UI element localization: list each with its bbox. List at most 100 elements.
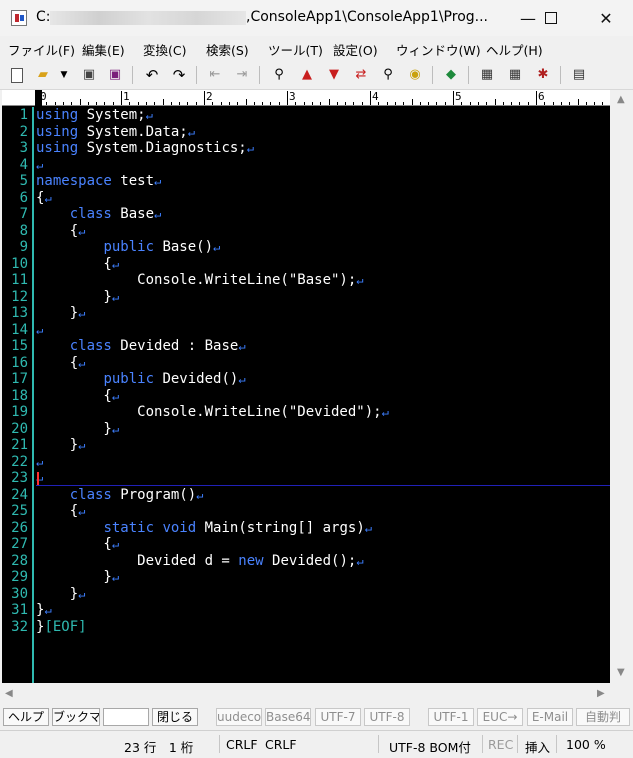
line-number[interactable]: 22 bbox=[2, 454, 28, 471]
column-ruler[interactable]: 0 1 2 3 4 5 6 bbox=[2, 90, 610, 106]
menu-file[interactable]: ファイル(F) bbox=[8, 40, 75, 59]
save-icon[interactable]: ▣ bbox=[80, 66, 98, 84]
encoding[interactable]: UTF-8 BOM付 bbox=[389, 737, 471, 756]
line-number[interactable]: 14 bbox=[2, 322, 28, 339]
code-line[interactable]: {↵ bbox=[36, 388, 119, 405]
line-number[interactable]: 2 bbox=[2, 124, 28, 141]
replace-icon[interactable]: ⇄ bbox=[352, 66, 370, 84]
window-list-icon[interactable]: ▤ bbox=[570, 66, 588, 84]
code-line[interactable]: }[EOF] bbox=[36, 619, 87, 636]
tag-icon[interactable]: ✱ bbox=[534, 66, 552, 84]
line-number[interactable]: 31 bbox=[2, 602, 28, 619]
menu-settings[interactable]: 設定(O) bbox=[333, 40, 378, 59]
line-number[interactable]: 18 bbox=[2, 388, 28, 405]
line-number[interactable]: 28 bbox=[2, 553, 28, 570]
line-number-gutter[interactable]: 1 2 3 4 5 6 7 8 9 10 11 12 13 14 15 16 17 18 19 20 21 22 23 24 2… bbox=[2, 107, 34, 683]
settings-icon[interactable]: ▦ bbox=[506, 66, 524, 84]
code-line[interactable]: class Base↵ bbox=[36, 206, 162, 223]
line-number[interactable]: 29 bbox=[2, 569, 28, 586]
utf7-button[interactable]: UTF-7 bbox=[315, 708, 361, 726]
search-prev-icon[interactable]: ▲ bbox=[298, 66, 316, 84]
line-number[interactable]: 4 bbox=[2, 157, 28, 174]
jump-forward-icon[interactable]: ⇥ bbox=[233, 66, 251, 84]
code-line[interactable]: class Program()↵ bbox=[36, 487, 204, 504]
code-line[interactable]: {↵ bbox=[36, 223, 86, 240]
email-button[interactable]: E-Mail bbox=[527, 708, 573, 726]
line-number[interactable]: 11 bbox=[2, 272, 28, 289]
line-number[interactable]: 27 bbox=[2, 536, 28, 553]
menu-search[interactable]: 検索(S) bbox=[206, 40, 249, 59]
uudecode-button[interactable]: uudeco bbox=[216, 708, 262, 726]
jump-back-icon[interactable]: ⇤ bbox=[206, 66, 224, 84]
insert-mode[interactable]: 挿入 bbox=[525, 737, 550, 756]
menu-edit[interactable]: 編集(E) bbox=[82, 40, 125, 59]
bookmark-button[interactable]: ブックマ bbox=[52, 708, 100, 726]
close-find-button[interactable]: 閉じる bbox=[152, 708, 198, 726]
open-folder-icon[interactable]: ▰ bbox=[34, 66, 52, 84]
code-line[interactable]: Devided d = new Devided();↵ bbox=[36, 553, 363, 570]
scroll-down-icon[interactable]: ▼ bbox=[617, 667, 625, 678]
line-number[interactable]: 23 bbox=[2, 470, 28, 487]
code-line[interactable]: static void Main(string[] args)↵ bbox=[36, 520, 372, 537]
app-icon[interactable] bbox=[11, 10, 27, 26]
code-line[interactable]: class Devided : Base↵ bbox=[36, 338, 246, 355]
code-line[interactable]: Console.WriteLine("Devided");↵ bbox=[36, 404, 389, 421]
menu-tools[interactable]: ツール(T) bbox=[268, 40, 323, 59]
line-number[interactable]: 5 bbox=[2, 173, 28, 190]
save-all-icon[interactable]: ▣ bbox=[106, 66, 124, 84]
line-number[interactable]: 32 bbox=[2, 619, 28, 636]
scroll-up-icon[interactable]: ▲ bbox=[617, 94, 625, 105]
text-editor[interactable]: 0123456 1 2 3 4 5 6 7 8 9 10 11 12 13 14 15 16 17 18 19 20 2… bbox=[2, 90, 610, 683]
code-line[interactable]: {↵ bbox=[36, 256, 119, 273]
code-line[interactable]: {↵ bbox=[36, 190, 52, 207]
line-number[interactable]: 17 bbox=[2, 371, 28, 388]
line-number[interactable]: 6 bbox=[2, 190, 28, 207]
base64-button[interactable]: Base64 bbox=[265, 708, 311, 726]
menu-convert[interactable]: 変換(C) bbox=[143, 40, 186, 59]
outline-icon[interactable]: ◆ bbox=[442, 66, 460, 84]
eol-type[interactable]: CRLF bbox=[226, 737, 258, 752]
undo-icon[interactable]: ↶ bbox=[143, 66, 161, 84]
line-number[interactable]: 24 bbox=[2, 487, 28, 504]
code-line[interactable]: }↵ bbox=[36, 289, 119, 306]
line-number[interactable]: 8 bbox=[2, 223, 28, 240]
code-line[interactable]: public Base()↵ bbox=[36, 239, 220, 256]
line-number[interactable]: 26 bbox=[2, 520, 28, 537]
grep-icon[interactable]: ⚲ bbox=[379, 66, 397, 84]
title-bar[interactable]: C: ,ConsoleApp1\ConsoleApp1\Prog... — ✕ bbox=[0, 0, 633, 36]
code-line[interactable]: {↵ bbox=[36, 503, 86, 520]
search-next-icon[interactable]: ▼ bbox=[325, 66, 343, 84]
line-number[interactable]: 16 bbox=[2, 355, 28, 372]
code-line[interactable]: namespace test↵ bbox=[36, 173, 161, 190]
scroll-right-icon[interactable]: ▶ bbox=[597, 688, 605, 699]
code-line[interactable]: Console.WriteLine("Base");↵ bbox=[36, 272, 363, 289]
code-line[interactable]: }↵ bbox=[36, 586, 86, 603]
line-number[interactable]: 20 bbox=[2, 421, 28, 438]
code-line[interactable]: ↵ bbox=[36, 322, 43, 339]
code-line[interactable]: }↵ bbox=[36, 437, 86, 454]
menu-help[interactable]: ヘルプ(H) bbox=[486, 40, 543, 59]
eol-type-secondary[interactable]: CRLF bbox=[265, 737, 297, 752]
line-number[interactable]: 13 bbox=[2, 305, 28, 322]
vertical-scrollbar[interactable]: ▲ ▼ bbox=[610, 90, 633, 683]
code-line[interactable]: }↵ bbox=[36, 305, 86, 322]
new-file-icon[interactable] bbox=[8, 66, 26, 84]
code-line[interactable]: ↵ bbox=[36, 157, 43, 174]
highlight-icon[interactable]: ◉ bbox=[406, 66, 424, 84]
code-line[interactable]: }↵ bbox=[36, 421, 119, 438]
code-line[interactable]: using System.Diagnostics;↵ bbox=[36, 140, 254, 157]
code-line[interactable]: public Devided()↵ bbox=[36, 371, 245, 388]
utf8-button[interactable]: UTF-8 bbox=[364, 708, 410, 726]
compare-icon[interactable]: ▦ bbox=[478, 66, 496, 84]
horizontal-scrollbar[interactable]: ◀ ▶ bbox=[0, 683, 633, 705]
search-icon[interactable]: ⚲ bbox=[270, 66, 288, 84]
menu-window[interactable]: ウィンドウ(W) bbox=[396, 40, 481, 59]
line-number[interactable]: 10 bbox=[2, 256, 28, 273]
auto-detect-button[interactable]: 自動判 bbox=[576, 708, 630, 726]
find-input[interactable] bbox=[103, 708, 149, 726]
code-line[interactable]: }↵ bbox=[36, 602, 52, 619]
close-button[interactable]: ✕ bbox=[583, 0, 629, 36]
line-number[interactable]: 15 bbox=[2, 338, 28, 355]
code-line[interactable]: using System.Data;↵ bbox=[36, 124, 195, 141]
code-line[interactable]: {↵ bbox=[36, 536, 119, 553]
